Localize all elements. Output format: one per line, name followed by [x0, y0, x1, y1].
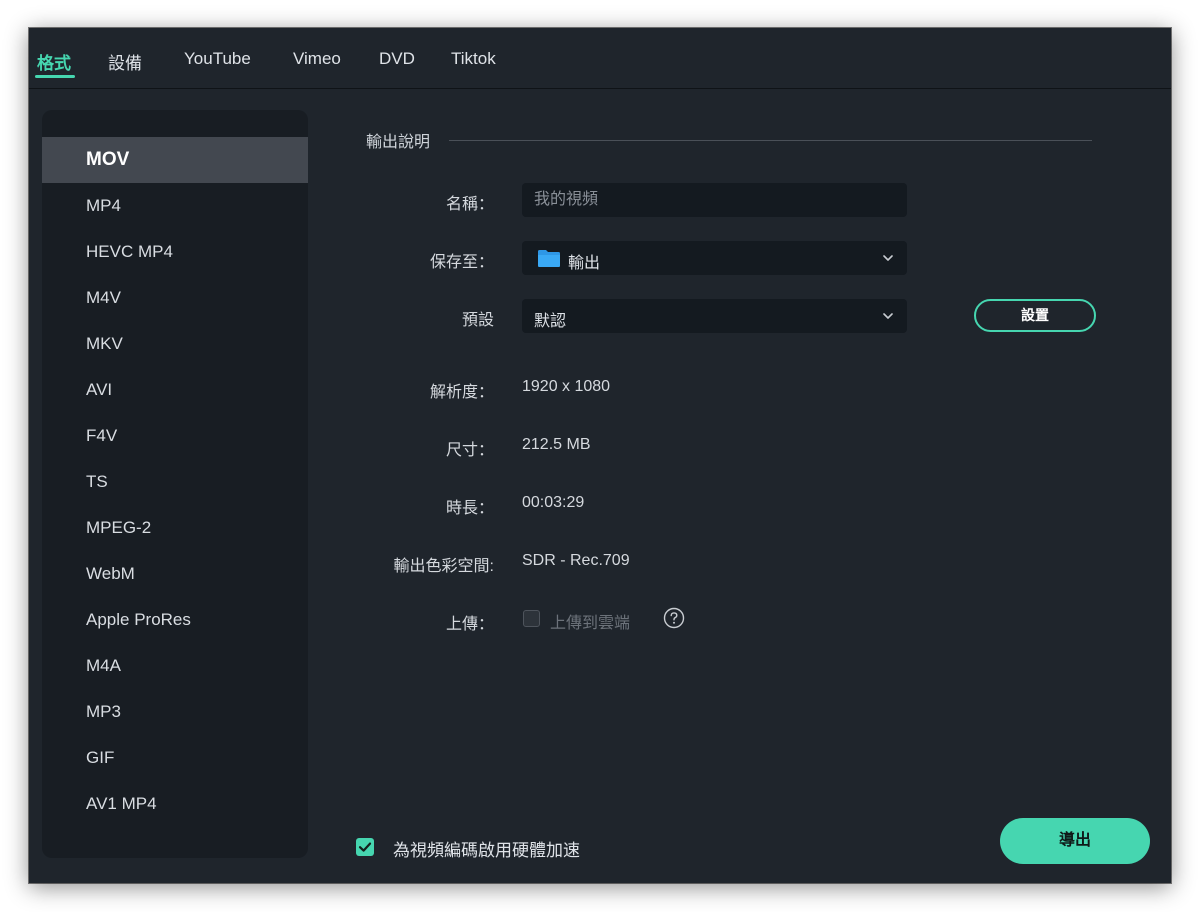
tab-vimeo[interactable]: Vimeo	[293, 49, 341, 69]
settings-button[interactable]: 設置	[974, 299, 1096, 332]
resolution-value: 1920 x 1080	[522, 378, 611, 395]
save-to-select[interactable]: 輸出	[522, 241, 907, 275]
name-field-box	[522, 183, 907, 217]
name-label: 名稱：	[445, 196, 494, 213]
tab-bar: 格式 設備 YouTube Vimeo DVD Tiktok	[29, 28, 1171, 89]
tab-format[interactable]: 格式	[37, 49, 71, 74]
format-item-m4a[interactable]: M4A	[42, 643, 308, 689]
save-to-label: 保存至：	[429, 254, 494, 271]
format-item-mov[interactable]: MOV	[42, 137, 308, 183]
upload-checkbox-label: 上傳到雲端	[550, 615, 631, 632]
duration-value: 00:03:29	[522, 494, 585, 511]
section-divider	[449, 140, 1092, 141]
upload-checkbox[interactable]	[523, 610, 540, 627]
format-item-av1-mp4[interactable]: AV1 MP4	[42, 781, 308, 827]
format-list: MOV MP4 HEVC MP4 M4V MKV AVI F4V TS MPEG…	[42, 110, 308, 858]
size-value: 212.5 MB	[522, 436, 591, 453]
color-space-label: 輸出色彩空間:	[393, 558, 494, 575]
save-to-value: 輸出	[568, 255, 601, 272]
hw-accel-label: 為視頻編碼啟用硬體加速	[393, 841, 580, 860]
export-dialog: 格式 設備 YouTube Vimeo DVD Tiktok MOV MP4 H…	[29, 28, 1171, 883]
check-icon	[358, 842, 372, 852]
name-input[interactable]	[522, 183, 907, 217]
duration-label: 時長：	[445, 500, 494, 517]
chevron-down-icon	[883, 255, 893, 261]
format-item-gif[interactable]: GIF	[42, 735, 308, 781]
active-tab-indicator	[35, 75, 75, 78]
tab-tiktok[interactable]: Tiktok	[451, 49, 496, 69]
color-space-value: SDR - Rec.709	[522, 552, 630, 569]
tab-device[interactable]: 設備	[108, 49, 142, 74]
preset-value: 默認	[534, 313, 567, 330]
section-title: 輸出說明	[366, 134, 431, 151]
tab-dvd[interactable]: DVD	[379, 49, 415, 69]
folder-icon	[538, 250, 560, 267]
export-button[interactable]: 導出	[1000, 818, 1150, 864]
upload-label: 上傳：	[445, 616, 494, 633]
preset-select[interactable]: 默認	[522, 299, 907, 333]
tab-youtube[interactable]: YouTube	[184, 49, 251, 69]
chevron-down-icon	[883, 313, 893, 319]
preset-label: 預設	[461, 312, 494, 329]
hw-accel-checkbox[interactable]	[356, 838, 374, 856]
size-label: 尺寸：	[445, 442, 494, 459]
question-circle-icon[interactable]	[663, 607, 685, 629]
format-item-mp3[interactable]: MP3	[42, 689, 308, 735]
resolution-label: 解析度：	[429, 384, 494, 401]
